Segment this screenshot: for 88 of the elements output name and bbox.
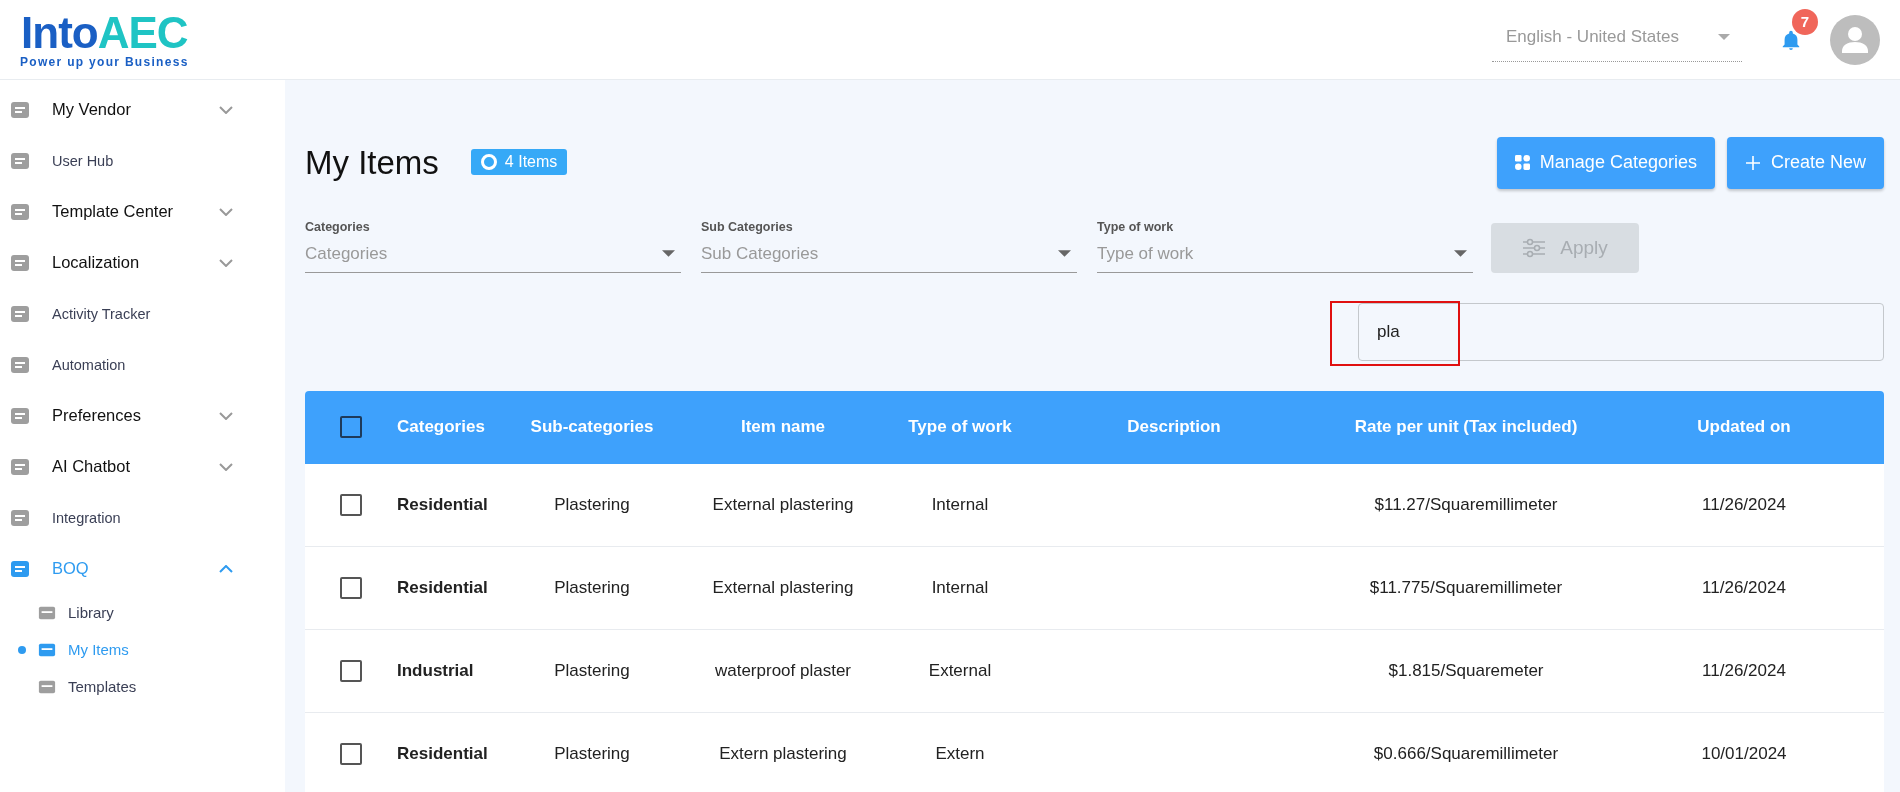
sidebar-item[interactable]: Localization (0, 237, 285, 288)
select-all-checkbox[interactable] (340, 416, 362, 439)
filter-label: Categories (305, 219, 371, 234)
create-new-button[interactable]: Create New (1726, 136, 1884, 189)
item-count-badge: 4 Items (470, 148, 568, 175)
chevron-icon[interactable] (219, 207, 233, 216)
column-header[interactable]: Categories (397, 417, 517, 438)
sidebar-item[interactable]: Automation (0, 339, 285, 390)
row-checkbox[interactable] (340, 742, 362, 765)
column-header[interactable]: Sub-categories (517, 417, 667, 438)
row-checkbox[interactable] (340, 493, 362, 516)
table-cell: Residential (397, 494, 488, 514)
filter-dropdown[interactable]: Sub Categories (701, 243, 1077, 273)
table-cell: 11/26/2024 (1702, 577, 1786, 597)
table-cell: Residential (397, 577, 488, 597)
grid-icon (1514, 155, 1530, 171)
table-cell: $11.27/Squaremillimeter (1374, 494, 1558, 514)
sidebar-item[interactable]: My Vendor (0, 84, 285, 135)
caret-icon (1058, 250, 1071, 258)
column-header[interactable]: Description (1021, 417, 1327, 438)
sidebar-subitem[interactable]: My Items (0, 631, 285, 668)
caret-icon (1718, 34, 1730, 40)
sidebar-item[interactable]: Integration (0, 492, 285, 543)
table-cell: Internal (931, 494, 989, 514)
table-cell: Extern (935, 743, 985, 763)
table-cell: 10/01/2024 (1701, 743, 1787, 763)
table-cell: External plastering (712, 494, 854, 514)
chevron-icon[interactable] (219, 462, 233, 471)
table-cell: $1.815/Squaremeter (1388, 660, 1544, 680)
sidebar-item[interactable]: BOQ (0, 543, 285, 594)
table-cell: Internal (931, 577, 989, 597)
active-dot (18, 645, 26, 654)
table-cell: Industrial (397, 660, 474, 680)
sidebar-item[interactable]: Template Center (0, 186, 285, 237)
chevron-icon[interactable] (219, 411, 233, 420)
table-cell: Plastering (554, 743, 630, 763)
column-header[interactable]: Item name (667, 417, 899, 438)
sidebar-subitem[interactable]: Templates (0, 668, 285, 705)
row-checkbox[interactable] (340, 659, 362, 682)
table-cell: 11/26/2024 (1702, 494, 1786, 514)
chevron-icon[interactable] (219, 258, 233, 267)
menu-item-icon (10, 252, 30, 273)
row-checkbox[interactable] (340, 576, 362, 599)
menu-item-icon (10, 150, 30, 171)
menu-item-icon (10, 558, 30, 579)
caret-icon (1454, 250, 1467, 258)
sidebar-item[interactable]: User Hub (0, 135, 285, 186)
menu-item-icon (10, 456, 30, 477)
sidebar-subitem[interactable]: Library (0, 594, 285, 631)
notification-badge: 7 (1792, 8, 1818, 35)
menu-item-icon (10, 99, 30, 120)
menu-item-icon (10, 405, 30, 426)
caret-icon (662, 250, 675, 258)
table-cell: Plastering (554, 660, 630, 680)
sliders-icon (1522, 237, 1547, 258)
logo: IntoAEC Power up your Business (20, 10, 189, 69)
avatar-icon[interactable] (1830, 14, 1880, 65)
menu-item-icon (10, 201, 30, 222)
table-cell: Plastering (554, 577, 630, 597)
filter-dropdown[interactable]: Type of work (1097, 243, 1473, 273)
table-cell: Extern plastering (719, 743, 847, 763)
table-cell: External plastering (712, 577, 854, 597)
column-header[interactable]: Rate per unit (Tax included) (1327, 417, 1605, 438)
manage-categories-button[interactable]: Manage Categories (1496, 136, 1715, 189)
sidebar-item[interactable]: Preferences (0, 390, 285, 441)
menu-item-icon (10, 507, 30, 528)
plus-icon (1744, 154, 1761, 171)
table-cell: $11.775/Squaremillimeter (1369, 577, 1563, 597)
table-cell: waterproof plaster (714, 660, 852, 680)
sidebar-item[interactable]: Activity Tracker (0, 288, 285, 339)
language-select[interactable]: English - United States (1492, 17, 1742, 62)
page-title: My Items (305, 143, 439, 182)
search-field[interactable]: pla (1358, 302, 1884, 361)
column-header[interactable]: Updated on (1605, 417, 1883, 438)
menu-item-icon (10, 354, 30, 375)
table-cell: 11/26/2024 (1702, 660, 1786, 680)
chevron-icon[interactable] (219, 564, 233, 573)
table-cell: Residential (397, 743, 488, 763)
table-cell: External (928, 660, 992, 680)
filter-label: Sub Categories (701, 219, 794, 234)
table-cell: $0.666/Squaremillimeter (1373, 743, 1559, 763)
filter-dropdown[interactable]: Categories (305, 243, 681, 273)
filter-label: Type of work (1097, 219, 1175, 234)
chevron-icon[interactable] (219, 105, 233, 114)
sidebar-item[interactable]: AI Chatbot (0, 441, 285, 492)
menu-item-icon (10, 303, 30, 324)
table-cell: Plastering (554, 494, 630, 514)
column-header[interactable]: Type of work (899, 417, 1021, 438)
